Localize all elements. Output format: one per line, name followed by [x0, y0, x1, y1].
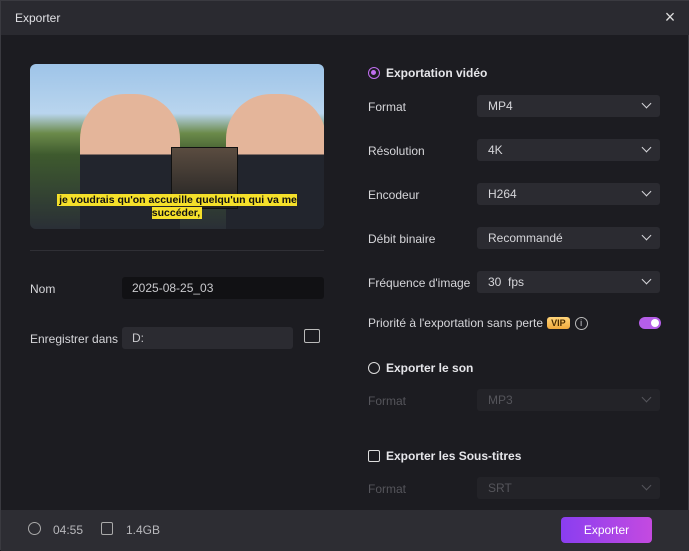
- resolution-select[interactable]: 4K: [477, 139, 660, 161]
- lossless-row: Priorité à l'exportation sans perte VIP …: [368, 316, 588, 330]
- chevron-down-icon: [641, 392, 652, 403]
- framerate-select[interactable]: 30 fps: [477, 271, 660, 293]
- encoder-select[interactable]: H264: [477, 183, 660, 205]
- vip-badge: VIP: [547, 317, 570, 329]
- checkbox-icon[interactable]: [368, 450, 380, 462]
- subtitles-format-label: Format: [368, 482, 407, 496]
- title-bar: Exporter: [1, 1, 689, 35]
- lossless-label: Priorité à l'exportation sans perte: [368, 316, 544, 330]
- disk-icon: [101, 522, 113, 535]
- subtitles-format-select[interactable]: SRT: [477, 477, 660, 499]
- video-export-title: Exportation vidéo: [386, 66, 488, 80]
- encoder-label: Encodeur: [368, 188, 420, 202]
- framerate-label: Fréquence d'image: [368, 276, 471, 290]
- name-input[interactable]: 2025-08-25_03: [122, 277, 324, 299]
- audio-export-option[interactable]: Exporter le son: [368, 361, 473, 375]
- name-label: Nom: [30, 282, 56, 296]
- save-path-input[interactable]: D:: [122, 327, 293, 349]
- framerate-value: 30 fps: [488, 275, 525, 289]
- bitrate-label: Débit binaire: [368, 232, 436, 246]
- close-icon[interactable]: ×: [662, 8, 678, 26]
- subtitles-format-value: SRT: [488, 481, 512, 495]
- radio-selected-icon[interactable]: [368, 67, 380, 79]
- folder-icon[interactable]: [304, 329, 320, 343]
- file-size: 1.4GB: [126, 523, 161, 537]
- resolution-label: Résolution: [368, 144, 425, 158]
- chevron-down-icon: [641, 230, 652, 241]
- resolution-value: 4K: [488, 143, 503, 157]
- video-preview: je voudrais qu'on accueille quelqu'un qu…: [30, 64, 324, 229]
- bitrate-value: Recommandé: [488, 231, 563, 245]
- chevron-down-icon: [641, 98, 652, 109]
- divider: [30, 250, 324, 251]
- chevron-down-icon: [641, 142, 652, 153]
- video-export-option[interactable]: Exportation vidéo: [368, 66, 487, 80]
- audio-export-title: Exporter le son: [386, 361, 474, 375]
- chevron-down-icon: [641, 186, 652, 197]
- format-select[interactable]: MP4: [477, 95, 660, 117]
- clock-icon: [28, 522, 41, 535]
- duration: 04:55: [53, 523, 84, 537]
- audio-format-label: Format: [368, 394, 407, 408]
- audio-format-value: MP3: [488, 393, 513, 407]
- format-value: MP4: [488, 99, 513, 113]
- radio-unselected-icon[interactable]: [368, 362, 380, 374]
- chevron-down-icon: [641, 274, 652, 285]
- audio-format-select[interactable]: MP3: [477, 389, 660, 411]
- save-to-label: Enregistrer dans: [30, 332, 119, 346]
- subtitles-export-title: Exporter les Sous-titres: [386, 449, 522, 463]
- export-button[interactable]: Exporter: [561, 517, 652, 543]
- dialog-title: Exporter: [15, 11, 61, 25]
- lossless-toggle[interactable]: [639, 317, 661, 329]
- encoder-value: H264: [488, 187, 517, 201]
- chevron-down-icon: [641, 480, 652, 491]
- preview-caption: je voudrais qu'on accueille quelqu'un qu…: [57, 194, 297, 219]
- subtitles-export-option[interactable]: Exporter les Sous-titres: [368, 449, 521, 463]
- bitrate-select[interactable]: Recommandé: [477, 227, 660, 249]
- info-icon[interactable]: i: [574, 316, 588, 330]
- format-label: Format: [368, 100, 407, 114]
